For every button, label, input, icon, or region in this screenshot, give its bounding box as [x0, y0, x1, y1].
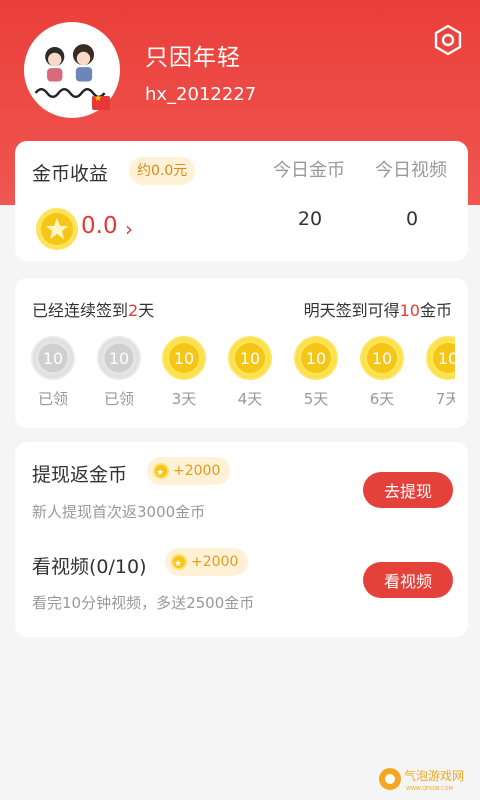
day-coin-icon: 10 [228, 336, 272, 380]
chevron-right-icon[interactable]: › [125, 217, 133, 241]
signin-days: 10 已领 10 已领 10 3天 10 4天 10 5天 10 6天 10 7… [15, 278, 455, 428]
day-coin-icon: 10 [294, 336, 338, 380]
task-bonus-badge: +2000 [147, 457, 231, 487]
day-label: 5天 [303, 390, 329, 408]
income-card: 金币收益 约0.0元 0.0 › 今日金币 20 今日视频 0 [15, 141, 468, 261]
day-coin-icon: 10 [162, 336, 206, 380]
watermark-sub: WWW.QPXDB.COM [406, 786, 453, 792]
withdraw-button[interactable]: 去提现 [363, 472, 453, 508]
signin-day[interactable]: 10 5天 [292, 336, 340, 409]
day-label: 已领 [103, 390, 134, 408]
task-desc: 新人提现首次返3000金币 [32, 503, 206, 521]
signin-day[interactable]: 10 6天 [358, 336, 406, 409]
tasks-card: 提现返金币 +2000 新人提现首次返3000金币 去提现 看视频(0/10) … [15, 442, 468, 637]
task-title: 看视频(0/10) [32, 556, 147, 578]
today-videos-value: 0 [405, 208, 419, 230]
china-flag-icon [92, 94, 110, 110]
day-label: 4天 [237, 390, 263, 408]
nickname: 只因年轻 [145, 45, 241, 71]
task-desc: 看完10分钟视频，多送2500金币 [32, 594, 255, 612]
day-coin-icon: 10 [97, 336, 141, 380]
approx-badge: 约0.0元 [129, 157, 196, 185]
day-coin-icon: 10 [426, 336, 455, 380]
signin-day[interactable]: 10 3天 [160, 336, 208, 409]
day-label: 6天 [369, 390, 395, 408]
task-bonus-value: +2000 [173, 463, 221, 479]
settings-icon[interactable] [432, 24, 464, 56]
user-id: hx_2012227 [145, 84, 257, 105]
watch-video-button[interactable]: 看视频 [363, 562, 453, 598]
day-label: 7天 [435, 390, 455, 408]
day-label: 已领 [37, 390, 68, 408]
signin-day[interactable]: 10 已领 [29, 336, 77, 409]
signin-day[interactable]: 10 7天 [424, 336, 455, 409]
signin-day[interactable]: 10 已领 [95, 336, 143, 409]
day-coin-icon: 10 [31, 336, 75, 380]
today-videos-label: 今日视频 [375, 160, 447, 181]
gold-coin-icon [36, 208, 78, 250]
day-coin-icon: 10 [360, 336, 404, 380]
coin-icon [153, 459, 169, 487]
coin-balance[interactable]: 0.0 [81, 213, 118, 239]
task-title: 提现返金币 [32, 464, 128, 486]
today-coins-value: 20 [297, 208, 323, 230]
day-label: 3天 [171, 390, 197, 408]
signin-day[interactable]: 10 4天 [226, 336, 274, 409]
task-bonus-value: +2000 [191, 554, 239, 570]
signin-card: 已经连续签到2天 明天签到可得10金币 10 已领 10 已领 10 3天 10… [15, 278, 468, 428]
watermark-text: 气泡游戏网 [404, 768, 464, 783]
coin-icon [171, 550, 187, 578]
today-coins-label: 今日金币 [273, 160, 345, 181]
task-bonus-badge: +2000 [165, 548, 249, 578]
income-title: 金币收益 [32, 163, 109, 185]
site-watermark-logo: 气泡游戏网 WWW.QPXDB.COM [379, 768, 464, 792]
